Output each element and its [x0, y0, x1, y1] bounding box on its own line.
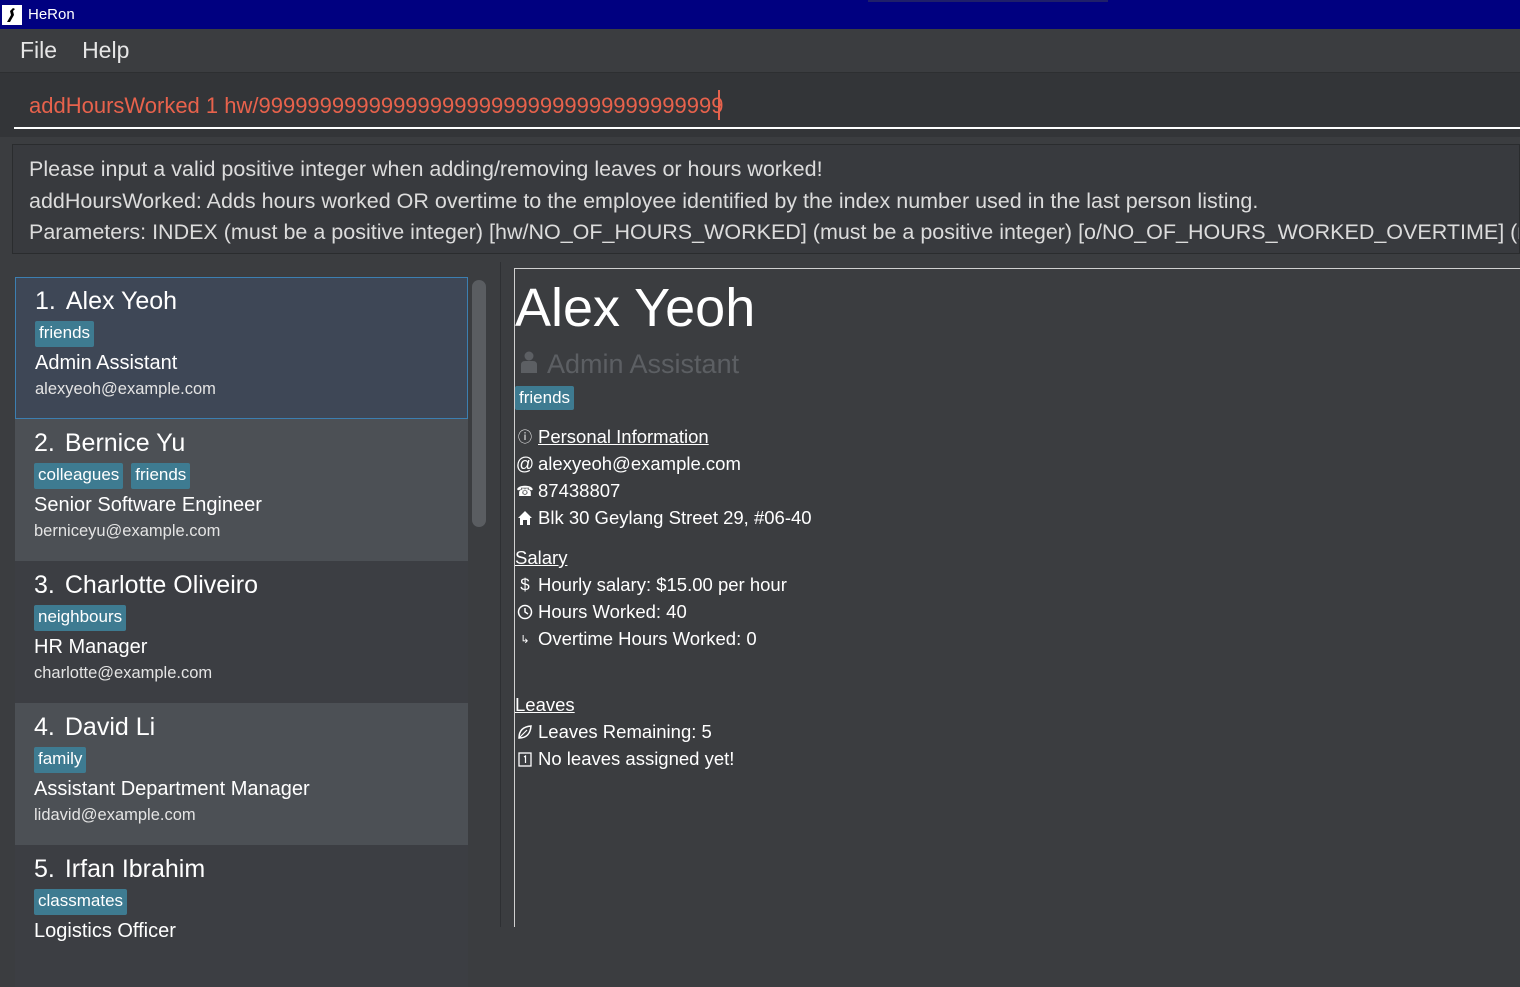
- detail-address: Blk 30 Geylang Street 29, #06-40: [515, 507, 812, 529]
- person-card[interactable]: 4. David Li family Assistant Department M…: [15, 703, 468, 845]
- detail-role: Admin Assistant: [519, 349, 739, 380]
- person-card-role: HR Manager: [34, 636, 148, 658]
- person-card[interactable]: 5. Irfan Ibrahim classmates Logistics Off…: [15, 845, 468, 987]
- person-card-email: alexyeoh@example.com: [35, 380, 216, 398]
- person-card[interactable]: 1. Alex Yeoh friends Admin Assistant alex…: [15, 277, 468, 419]
- menu-help[interactable]: Help: [82, 37, 129, 64]
- detail-hours-worked: Hours Worked: 40: [515, 601, 687, 623]
- at-icon: @: [515, 453, 535, 474]
- detail-phone: ☎ 87438807: [516, 480, 621, 501]
- person-detail-panel: Alex Yeoh Admin Assistant friends ⓘ Perso…: [514, 268, 1520, 927]
- leaf-icon: [515, 724, 535, 740]
- command-input[interactable]: [14, 85, 1520, 129]
- info-icon: ⓘ: [518, 429, 532, 445]
- detail-tags: friends: [515, 386, 582, 410]
- result-line-error: Please input a valid positive integer wh…: [29, 157, 823, 181]
- tag: colleagues: [34, 463, 124, 489]
- tag: family: [34, 747, 87, 773]
- detail-leaves-assigned: No leaves assigned yet!: [515, 748, 734, 770]
- person-list-panel[interactable]: 1. Alex Yeoh friends Admin Assistant alex…: [0, 262, 501, 987]
- detail-hourly-salary: $ Hourly salary: $15.00 per hour: [515, 574, 787, 596]
- person-card-name: 2. Bernice Yu: [34, 429, 186, 457]
- tag: classmates: [34, 889, 128, 915]
- person-card-name: 5. Irfan Ibrahim: [34, 855, 206, 883]
- clock-icon: [515, 604, 535, 620]
- person-card-email: charlotte@example.com: [34, 664, 213, 682]
- detail-overtime: ↳ Overtime Hours Worked: 0: [515, 628, 756, 650]
- person-card-role: Senior Software Engineer: [34, 494, 262, 516]
- person-card-name: 4. David Li: [34, 713, 156, 741]
- phone-icon: ☎: [516, 482, 534, 499]
- person-card-name: 3. Charlotte Oliveiro: [34, 571, 258, 599]
- person-card-role: Logistics Officer: [34, 920, 176, 942]
- menu-bar: File Help: [0, 29, 1520, 73]
- person-card[interactable]: 2. Bernice Yu colleagues friends Senior So…: [15, 419, 468, 561]
- result-line-usage: addHoursWorked: Adds hours worked OR ove…: [29, 188, 1259, 213]
- tag: friends: [35, 321, 95, 347]
- window-titlebar: HeRon: [0, 0, 1520, 29]
- titlebar-accent: [868, 0, 1108, 2]
- person-card-email: lidavid@example.com: [34, 806, 196, 824]
- leaves-header: Leaves: [515, 694, 575, 715]
- menu-file[interactable]: File: [20, 37, 57, 64]
- result-line-parameters: Parameters: INDEX (must be a positive in…: [29, 220, 1519, 244]
- tag: friends: [515, 386, 575, 410]
- person-list-scrollbar[interactable]: [472, 280, 486, 527]
- person-card-role: Admin Assistant: [35, 352, 178, 374]
- detail-leaves-remaining: Leaves Remaining: 5: [515, 721, 712, 743]
- tag: neighbours: [34, 605, 127, 631]
- heron-app-icon: [2, 4, 22, 25]
- person-card-role: Assistant Department Manager: [34, 778, 310, 800]
- overtime-arrow-icon: ↳: [520, 633, 530, 646]
- home-icon: [515, 510, 535, 526]
- person-card[interactable]: 3. Charlotte Oliveiro neighbours HR Manag…: [15, 561, 468, 703]
- detail-name: Alex Yeoh: [515, 278, 756, 338]
- person-card-name: 1. Alex Yeoh: [35, 287, 178, 315]
- personal-info-header: ⓘ Personal Information: [515, 426, 709, 448]
- calendar-icon: [515, 751, 535, 767]
- detail-email: @ alexyeoh@example.com: [515, 453, 741, 474]
- window-title: HeRon: [28, 6, 75, 23]
- person-icon: [519, 349, 539, 380]
- salary-header: Salary: [515, 547, 568, 568]
- person-card-email: berniceyu@example.com: [34, 522, 221, 540]
- result-display[interactable]: Please input a valid positive integer wh…: [12, 144, 1520, 254]
- text-caret: [718, 90, 720, 120]
- command-box: [0, 73, 1520, 137]
- dollar-icon: $: [520, 575, 530, 594]
- tag: friends: [131, 463, 191, 489]
